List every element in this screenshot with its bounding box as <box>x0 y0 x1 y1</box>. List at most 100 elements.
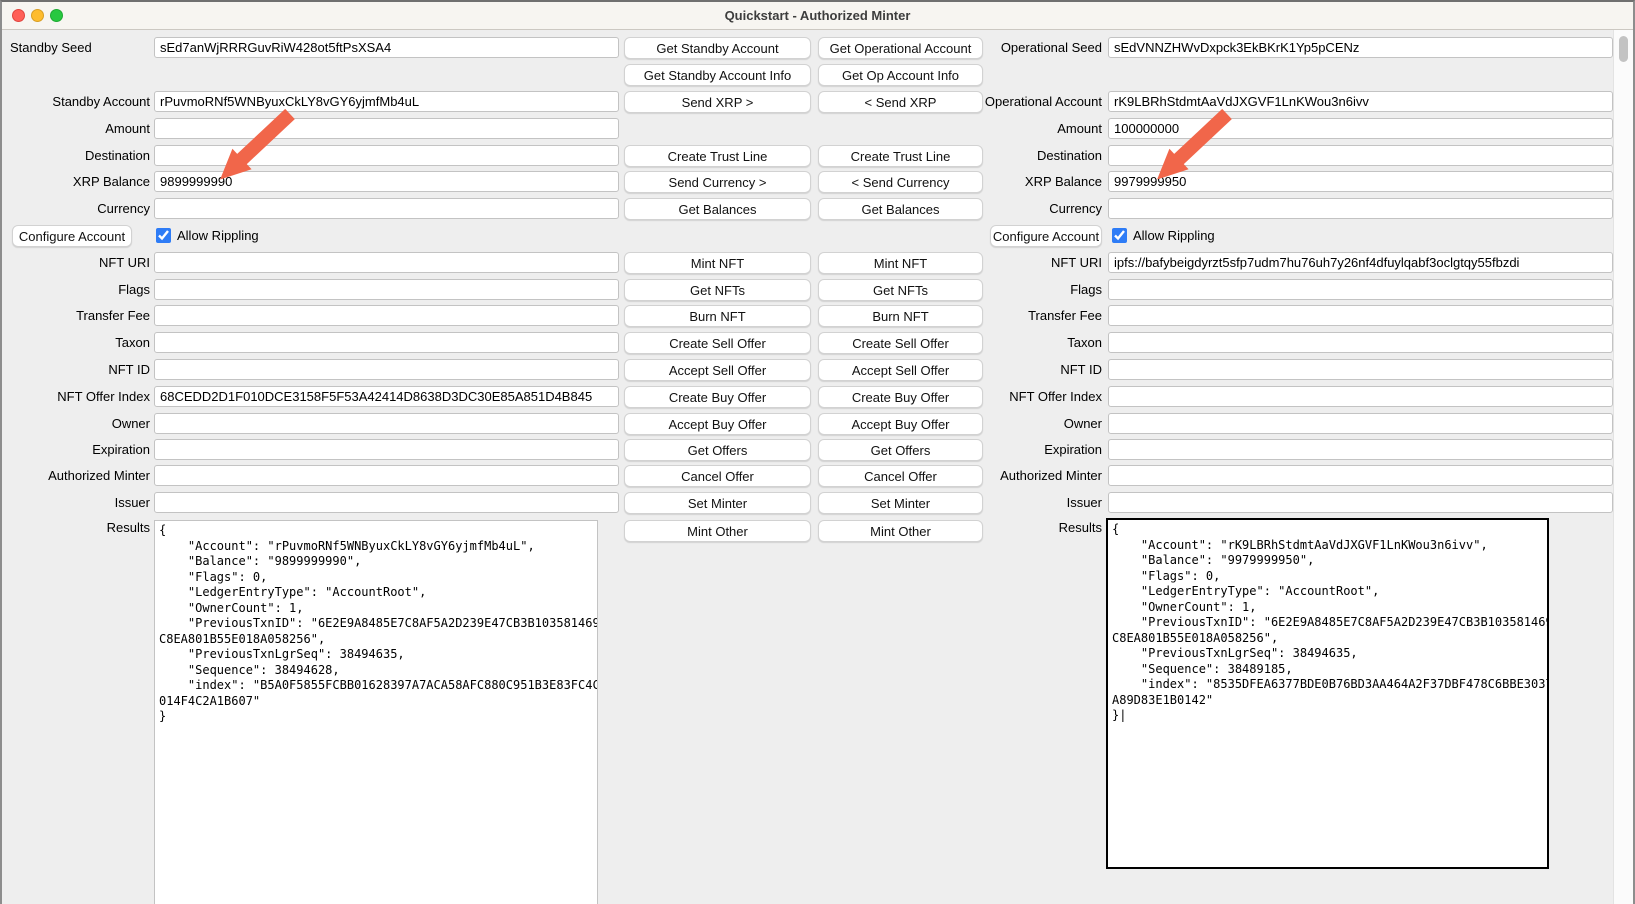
get-offers-standby-button[interactable]: Get Offers <box>624 439 811 461</box>
standby-results-textarea[interactable]: { "Account": "rPuvmoRNf5WNByuxCkLY8vGY6y… <box>154 520 598 904</box>
standby-nft-offer-index-label: NFT Offer Index <box>10 386 150 407</box>
mint-nft-operational-button[interactable]: Mint NFT <box>818 252 983 274</box>
get-balances-standby-button[interactable]: Get Balances <box>624 198 811 220</box>
set-minter-operational-button[interactable]: Set Minter <box>818 492 983 514</box>
standby-expiration-input[interactable] <box>154 439 619 460</box>
operational-destination-input[interactable] <box>1108 145 1613 166</box>
send-currency-operational-button[interactable]: < Send Currency <box>818 171 983 193</box>
standby-authorized-minter-input[interactable] <box>154 465 619 486</box>
create-sell-offer-operational-button[interactable]: Create Sell Offer <box>818 332 983 354</box>
operational-currency-input[interactable] <box>1108 198 1613 219</box>
standby-account-label: Standby Account <box>10 91 150 112</box>
get-nfts-standby-button[interactable]: Get NFTs <box>624 279 811 301</box>
mint-other-operational-button[interactable]: Mint Other <box>818 520 983 542</box>
operational-flags-input[interactable] <box>1108 279 1613 300</box>
send-currency-standby-button[interactable]: Send Currency > <box>624 171 811 193</box>
burn-nft-operational-button[interactable]: Burn NFT <box>818 305 983 327</box>
get-standby-account-button[interactable]: Get Standby Account <box>624 37 811 59</box>
operational-transfer-fee-input[interactable] <box>1108 305 1613 326</box>
standby-transfer-fee-label: Transfer Fee <box>10 305 150 326</box>
burn-nft-standby-button[interactable]: Burn NFT <box>624 305 811 327</box>
operational-owner-label: Owner <box>960 413 1102 434</box>
standby-amount-input[interactable] <box>154 118 619 139</box>
get-nfts-operational-button[interactable]: Get NFTs <box>818 279 983 301</box>
operational-destination-label: Destination <box>960 145 1102 166</box>
operational-expiration-input[interactable] <box>1108 439 1613 460</box>
standby-nft-id-label: NFT ID <box>10 359 150 380</box>
accept-sell-offer-standby-button[interactable]: Accept Sell Offer <box>624 359 811 381</box>
cancel-offer-standby-button[interactable]: Cancel Offer <box>624 465 811 487</box>
standby-owner-input[interactable] <box>154 413 619 434</box>
standby-allow-rippling-label: Allow Rippling <box>177 225 259 246</box>
operational-allow-rippling-label: Allow Rippling <box>1133 225 1215 246</box>
scrollbar-thumb[interactable] <box>1619 36 1628 62</box>
standby-taxon-input[interactable] <box>154 332 619 353</box>
operational-transfer-fee-label: Transfer Fee <box>960 305 1102 326</box>
mint-nft-standby-button[interactable]: Mint NFT <box>624 252 811 274</box>
create-sell-offer-standby-button[interactable]: Create Sell Offer <box>624 332 811 354</box>
operational-authorized-minter-input[interactable] <box>1108 465 1613 486</box>
get-operational-account-button[interactable]: Get Operational Account <box>818 37 983 59</box>
operational-taxon-input[interactable] <box>1108 332 1613 353</box>
vertical-scrollbar[interactable] <box>1613 30 1633 904</box>
app-window: Quickstart - Authorized Minter Standby S… <box>0 0 1635 904</box>
standby-allow-rippling-checkbox[interactable] <box>156 228 171 243</box>
standby-owner-label: Owner <box>10 413 150 434</box>
get-balances-operational-button[interactable]: Get Balances <box>818 198 983 220</box>
operational-owner-input[interactable] <box>1108 413 1613 434</box>
standby-nft-offer-index-input[interactable] <box>154 386 619 407</box>
standby-issuer-label: Issuer <box>10 492 150 513</box>
operational-results-textarea[interactable]: { "Account": "rK9LBRhStdmtAaVdJXGVF1LnKW… <box>1106 518 1549 869</box>
operational-seed-input[interactable] <box>1108 37 1613 58</box>
operational-authorized-minter-label: Authorized Minter <box>960 465 1102 486</box>
operational-nft-uri-input[interactable] <box>1108 252 1613 273</box>
get-offers-operational-button[interactable]: Get Offers <box>818 439 983 461</box>
create-buy-offer-standby-button[interactable]: Create Buy Offer <box>624 386 811 408</box>
standby-currency-input[interactable] <box>154 198 619 219</box>
standby-xrp-balance-input[interactable] <box>154 171 619 192</box>
standby-nft-id-input[interactable] <box>154 359 619 380</box>
standby-destination-input[interactable] <box>154 145 619 166</box>
operational-nft-uri-label: NFT URI <box>960 252 1102 273</box>
standby-issuer-input[interactable] <box>154 492 619 513</box>
accept-buy-offer-standby-button[interactable]: Accept Buy Offer <box>624 413 811 435</box>
accept-sell-offer-operational-button[interactable]: Accept Sell Offer <box>818 359 983 381</box>
operational-amount-input[interactable] <box>1108 118 1613 139</box>
operational-account-input[interactable] <box>1108 91 1613 112</box>
operational-seed-label: Operational Seed <box>960 37 1102 58</box>
standby-destination-label: Destination <box>10 145 150 166</box>
standby-flags-input[interactable] <box>154 279 619 300</box>
titlebar: Quickstart - Authorized Minter <box>2 2 1633 30</box>
operational-nft-id-label: NFT ID <box>960 359 1102 380</box>
standby-account-input[interactable] <box>154 91 619 112</box>
create-trust-line-operational-button[interactable]: Create Trust Line <box>818 145 983 167</box>
create-buy-offer-operational-button[interactable]: Create Buy Offer <box>818 386 983 408</box>
operational-allow-rippling-checkbox[interactable] <box>1112 228 1127 243</box>
create-trust-line-standby-button[interactable]: Create Trust Line <box>624 145 811 167</box>
standby-flags-label: Flags <box>10 279 150 300</box>
standby-nft-uri-input[interactable] <box>154 252 619 273</box>
standby-xrp-balance-label: XRP Balance <box>10 171 150 192</box>
standby-seed-input[interactable] <box>154 37 619 58</box>
set-minter-standby-button[interactable]: Set Minter <box>624 492 811 514</box>
operational-configure-account-button[interactable]: Configure Account <box>990 225 1102 247</box>
operational-nft-offer-index-label: NFT Offer Index <box>960 386 1102 407</box>
operational-taxon-label: Taxon <box>960 332 1102 353</box>
send-xrp-standby-button[interactable]: Send XRP > <box>624 91 811 113</box>
send-xrp-operational-button[interactable]: < Send XRP <box>818 91 983 113</box>
operational-nft-id-input[interactable] <box>1108 359 1613 380</box>
operational-issuer-input[interactable] <box>1108 492 1613 513</box>
standby-transfer-fee-input[interactable] <box>154 305 619 326</box>
get-standby-account-info-button[interactable]: Get Standby Account Info <box>624 64 811 86</box>
standby-nft-uri-label: NFT URI <box>10 252 150 273</box>
operational-xrp-balance-input[interactable] <box>1108 171 1613 192</box>
operational-nft-offer-index-input[interactable] <box>1108 386 1613 407</box>
operational-expiration-label: Expiration <box>960 439 1102 460</box>
accept-buy-offer-operational-button[interactable]: Accept Buy Offer <box>818 413 983 435</box>
operational-issuer-label: Issuer <box>960 492 1102 513</box>
standby-amount-label: Amount <box>10 118 150 139</box>
get-op-account-info-button[interactable]: Get Op Account Info <box>818 64 983 86</box>
mint-other-standby-button[interactable]: Mint Other <box>624 520 811 542</box>
standby-configure-account-button[interactable]: Configure Account <box>12 225 132 247</box>
cancel-offer-operational-button[interactable]: Cancel Offer <box>818 465 983 487</box>
